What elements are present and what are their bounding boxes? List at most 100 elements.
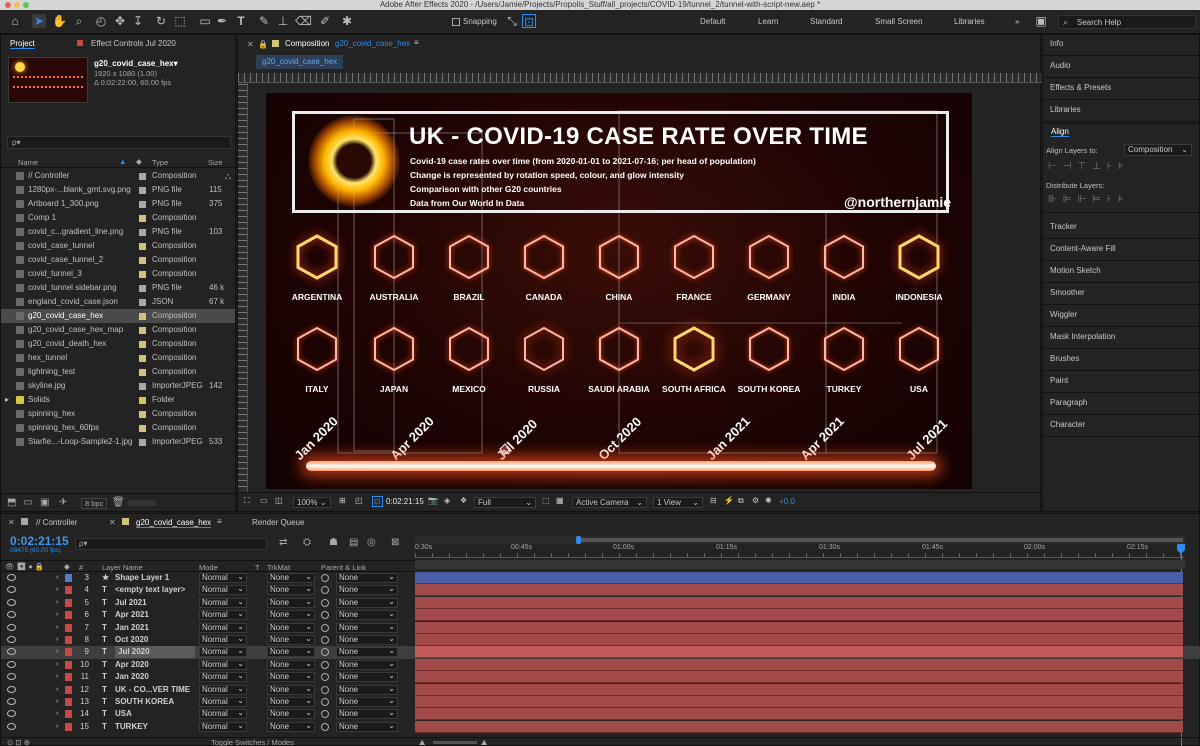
layer-name[interactable]: SOUTH KOREA xyxy=(115,696,174,708)
project-item[interactable]: Starfie...-Loop-Sample2-1.jpg ImporterJPE… xyxy=(1,435,235,449)
workspace-libraries[interactable]: Libraries xyxy=(954,17,985,26)
label-swatch[interactable] xyxy=(139,383,146,390)
toggle-transparency-icon[interactable]: ▦ xyxy=(556,496,564,505)
visibility-eye-icon[interactable] xyxy=(7,710,16,718)
label-swatch[interactable] xyxy=(139,369,146,376)
parent-pickwhip-icon[interactable] xyxy=(321,598,329,607)
snap-icon[interactable]: ⤡ xyxy=(505,14,519,28)
new-composition-icon[interactable]: ▣ xyxy=(40,497,49,508)
align-title[interactable]: Align xyxy=(1051,127,1069,137)
work-area-start-handle[interactable] xyxy=(576,536,581,544)
parent-pickwhip-icon[interactable] xyxy=(321,685,329,694)
layer-name[interactable]: Jul 2021 xyxy=(115,597,147,609)
panel-effects-presets[interactable]: Effects & Presets xyxy=(1042,78,1200,100)
selection-tool-icon[interactable]: ➤ xyxy=(32,14,46,28)
panel-character[interactable]: Character xyxy=(1042,415,1200,437)
column-layer-name[interactable]: Layer Name xyxy=(102,563,143,572)
rectangle-tool-icon[interactable]: ▭ xyxy=(198,14,212,28)
project-item[interactable]: covid_tunnel_3 Composition xyxy=(1,267,235,281)
label-swatch[interactable] xyxy=(139,285,146,292)
track-matte-dropdown[interactable]: None ⌄ xyxy=(267,597,315,608)
pen-tool-icon[interactable]: ✒ xyxy=(215,14,229,28)
puppet-pin-tool-icon[interactable]: ✱ xyxy=(340,14,354,28)
workspace-overflow-icon[interactable]: » xyxy=(1015,17,1019,26)
label-swatch[interactable] xyxy=(139,411,146,418)
label-swatch[interactable] xyxy=(139,201,146,208)
layer-row[interactable]: › 15 T TURKEY Normal ⌄ None ⌄ None ⌄ xyxy=(1,720,1200,733)
parent-dropdown[interactable]: None ⌄ xyxy=(336,672,398,683)
time-ruler[interactable]: 0:30s 00:45s 01:00s 01:15s 01:30s 01:45s 02:00… xyxy=(415,544,1185,558)
label-swatch[interactable] xyxy=(139,355,146,362)
layer-duration-bar[interactable] xyxy=(415,720,1183,733)
expand-layer-icon[interactable]: › xyxy=(56,646,58,658)
project-item[interactable]: spinning_hex_60fps Composition xyxy=(1,421,235,435)
project-item[interactable]: 1280px-...blank_gmt.svg.png PNG file 115 xyxy=(1,183,235,197)
column-size[interactable]: Size xyxy=(208,158,223,167)
close-tab-icon[interactable]: ✕ xyxy=(247,40,254,49)
parent-pickwhip-icon[interactable] xyxy=(321,611,329,620)
project-item[interactable]: england_covid_case.json JSON 67 k xyxy=(1,295,235,309)
layer-row[interactable]: › 8 T Oct 2020 Normal ⌄ None ⌄ None ⌄ xyxy=(1,634,1200,646)
date-label[interactable]: Jan 2021 xyxy=(703,414,752,463)
blend-mode-dropdown[interactable]: Normal ⌄ xyxy=(199,721,247,732)
layer-duration-bar[interactable] xyxy=(415,646,1183,659)
panel-tracker[interactable]: Tracker xyxy=(1042,217,1200,239)
home-icon[interactable]: ⌂ xyxy=(8,14,22,28)
layer-duration-bar[interactable] xyxy=(415,708,1183,721)
workspace-small-screen[interactable]: Small Screen xyxy=(875,17,923,26)
clone-stamp-tool-icon[interactable]: ⊥ xyxy=(276,14,290,28)
label-swatch[interactable] xyxy=(139,257,146,264)
label-swatch[interactable] xyxy=(139,439,146,446)
panel-menu-icon[interactable]: ≡ xyxy=(217,517,222,526)
expand-layer-icon[interactable]: › xyxy=(56,659,58,671)
workspace-standard[interactable]: Standard xyxy=(810,17,842,26)
layer-label-color[interactable] xyxy=(65,648,72,657)
panel-smoother[interactable]: Smoother xyxy=(1042,283,1200,305)
blend-mode-dropdown[interactable]: Normal ⌄ xyxy=(199,647,247,658)
tab-g20-covid-case-hex[interactable]: g20_covid_case_hex xyxy=(136,518,212,528)
label-swatch[interactable] xyxy=(139,215,146,222)
blend-mode-dropdown[interactable]: Normal ⌄ xyxy=(199,697,247,707)
layer-label-color[interactable] xyxy=(65,598,72,607)
work-area-range[interactable] xyxy=(579,538,1183,542)
blend-mode-dropdown[interactable]: Normal ⌄ xyxy=(199,709,247,720)
parent-dropdown[interactable]: None ⌄ xyxy=(336,635,398,645)
expand-layer-icon[interactable]: › xyxy=(56,634,58,646)
project-item[interactable]: g20_covid_death_hex Composition xyxy=(1,337,235,351)
tab-composition[interactable]: Composition xyxy=(285,39,329,48)
label-swatch[interactable] xyxy=(139,397,146,404)
visibility-eye-icon[interactable] xyxy=(7,722,16,730)
safe-areas-icon[interactable]: ⊞ xyxy=(339,496,346,505)
parent-dropdown[interactable]: None ⌄ xyxy=(336,684,398,695)
comp-name[interactable]: g20_covid_case_hex▾ xyxy=(94,59,178,68)
column-t[interactable]: T xyxy=(255,563,260,572)
av-features-icon[interactable]: 👁 ◀ ● 🔒 xyxy=(5,562,44,571)
layer-name[interactable]: Shape Layer 1 xyxy=(115,572,169,584)
rotation-tool-icon[interactable]: ↻ xyxy=(154,14,168,28)
parent-dropdown[interactable]: None ⌄ xyxy=(336,709,398,720)
project-item[interactable]: covid_c...gradient_line.png PNG file 103 xyxy=(1,225,235,239)
layer-duration-bar[interactable] xyxy=(415,671,1183,684)
panel-libraries[interactable]: Libraries xyxy=(1042,100,1200,122)
pixel-aspect-icon[interactable]: ⊟ xyxy=(710,496,717,505)
track-matte-dropdown[interactable]: None ⌄ xyxy=(267,622,315,633)
layer-row[interactable]: › 11 T Jan 2020 Normal ⌄ None ⌄ None ⌄ xyxy=(1,671,1200,684)
blend-mode-dropdown[interactable]: Normal ⌄ xyxy=(199,573,247,583)
project-item[interactable]: Comp 1 Composition xyxy=(1,211,235,225)
layer-duration-bar[interactable] xyxy=(415,634,1183,646)
zoom-in-icon[interactable]: ⛰ xyxy=(481,738,487,746)
parent-pickwhip-icon[interactable] xyxy=(321,648,329,657)
close-window-button[interactable] xyxy=(5,2,11,8)
date-label[interactable]: Jan 2020 xyxy=(291,414,340,463)
layer-row[interactable]: › 10 T Apr 2020 Normal ⌄ None ⌄ None ⌄ xyxy=(1,658,1200,671)
label-column-icon[interactable]: ◆ xyxy=(64,562,70,571)
fast-preview-icon[interactable]: ⚡ xyxy=(724,496,734,505)
panel-menu-icon[interactable]: ≡ xyxy=(414,38,419,47)
layer-duration-bar[interactable] xyxy=(415,609,1183,622)
layer-name[interactable]: Jan 2021 xyxy=(115,622,149,634)
snapping-checkbox[interactable] xyxy=(452,18,460,26)
parent-pickwhip-icon[interactable] xyxy=(321,673,329,682)
blend-mode-dropdown[interactable]: Normal ⌄ xyxy=(199,635,247,645)
parent-dropdown[interactable]: None ⌄ xyxy=(336,647,398,658)
track-matte-dropdown[interactable]: None ⌄ xyxy=(267,573,315,583)
